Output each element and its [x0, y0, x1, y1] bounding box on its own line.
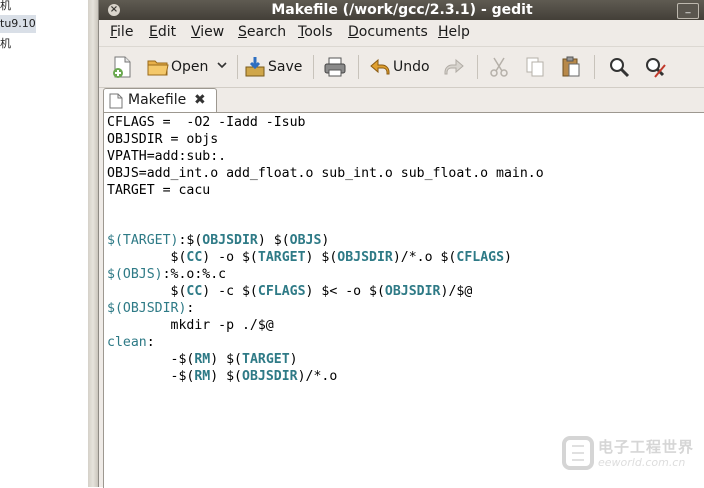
toolbar-separator: [237, 55, 238, 79]
menu-help[interactable]: Help: [438, 24, 470, 40]
menu-documents-mnemonic: D: [348, 24, 359, 40]
undo-button[interactable]: Undo: [367, 52, 430, 82]
left-pane-item[interactable]: 机: [0, 35, 11, 53]
code-line: -$(RM) $(OBJSDIR)/*.o: [107, 368, 338, 384]
search-icon: [606, 54, 632, 80]
menu-help-mnemonic: H: [438, 24, 449, 40]
new-document-icon: [109, 54, 135, 80]
left-pane-item[interactable]: 机: [0, 0, 11, 15]
toolbar: Open Save Undo: [99, 46, 704, 88]
code-line: mkdir -p ./$@: [107, 317, 274, 333]
scissors-icon: [486, 54, 512, 80]
redo-button[interactable]: [441, 52, 467, 82]
code-line: CFLAGS = -O2 -Iadd -Isub: [107, 115, 306, 130]
menu-edit[interactable]: Edit: [149, 24, 176, 40]
text-editor[interactable]: CFLAGS = -O2 -Iadd -Isub OBJSDIR = objs …: [103, 112, 704, 488]
menu-search[interactable]: Search: [238, 24, 286, 40]
menu-file[interactable]: File: [110, 24, 133, 40]
watermark-logo: 电子工程世界 eeworld.com.cn: [562, 434, 698, 474]
toolbar-separator: [594, 55, 595, 79]
copy-button[interactable]: [522, 52, 548, 82]
left-pane-item-selected[interactable]: tu9.10: [0, 15, 36, 33]
undo-label: Undo: [393, 59, 430, 75]
chevron-down-icon: [215, 58, 229, 76]
code-line: $(CC) -o $(TARGET) $(OBJSDIR)/*.o $(CFLA…: [107, 250, 512, 266]
code-line: OBJSDIR = objs: [107, 131, 219, 147]
menu-tools-label: ools: [304, 24, 333, 40]
menu-view[interactable]: View: [191, 24, 224, 40]
pane-splitter[interactable]: [88, 0, 98, 487]
menu-help-label: elp: [448, 24, 470, 40]
new-button[interactable]: [109, 52, 135, 82]
find-button[interactable]: [606, 52, 632, 82]
print-button[interactable]: [322, 52, 348, 82]
code-line: $(OBJSDIR):: [107, 300, 195, 316]
toolbar-separator: [477, 55, 478, 79]
paste-icon: [558, 54, 584, 80]
watermark-cn-text: 电子工程世界: [598, 438, 695, 456]
watermark-url-text: eeworld.com.cn: [598, 456, 686, 469]
code-line: $(CC) -c $(CFLAGS) $< -o $(OBJSDIR)/$@: [107, 284, 473, 300]
code-line: $(TARGET):$(OBJSDIR) $(OBJS): [107, 233, 330, 249]
printer-icon: [322, 54, 348, 80]
document-icon: [109, 93, 123, 113]
save-button[interactable]: Save: [242, 52, 302, 82]
tab-makefile[interactable]: Makefile ✖: [103, 88, 217, 113]
menu-file-mnemonic: F: [110, 24, 118, 40]
tab-label: Makefile: [128, 92, 187, 108]
tab-close-icon[interactable]: ✖: [194, 92, 206, 108]
toolbar-separator: [313, 55, 314, 79]
menu-edit-label: dit: [157, 24, 177, 40]
menu-documents-label: ocuments: [358, 24, 428, 40]
document-tabs: Makefile ✖: [99, 86, 704, 113]
open-button[interactable]: Open: [145, 52, 208, 82]
code-line: clean:: [107, 334, 155, 350]
open-label: Open: [171, 59, 209, 75]
menubar: File Edit View Search Tools Documents He…: [99, 20, 704, 46]
menu-tools[interactable]: Tools: [298, 24, 333, 40]
code-line: $(OBJS):%.o:%.c: [107, 267, 227, 283]
code-line: OBJS=add_int.o add_float.o sub_int.o sub…: [107, 165, 544, 181]
copy-icon: [522, 54, 548, 80]
menu-search-mnemonic: S: [238, 24, 247, 40]
menu-search-label: earch: [246, 24, 287, 40]
redo-icon: [441, 54, 467, 80]
window-minimize-button[interactable]: _: [677, 3, 699, 19]
titlebar: × Makefile (/work/gcc/2.3.1) - gedit _: [99, 0, 704, 20]
cut-button[interactable]: [486, 52, 512, 82]
paste-button[interactable]: [558, 52, 584, 82]
save-icon: [242, 54, 268, 80]
code-content: CFLAGS = -O2 -Iadd -Isub OBJSDIR = objs …: [107, 115, 544, 386]
find-replace-icon: [642, 54, 668, 80]
find-replace-button[interactable]: [642, 52, 668, 82]
window-title: Makefile (/work/gcc/2.3.1) - gedit: [271, 2, 533, 18]
menu-documents[interactable]: Documents: [348, 24, 428, 40]
code-line: VPATH=add:sub:.: [107, 148, 227, 164]
save-label: Save: [268, 59, 303, 75]
toolbar-separator: [358, 55, 359, 79]
undo-icon: [367, 54, 393, 80]
code-line: TARGET = cacu: [107, 182, 211, 198]
folder-open-icon: [145, 54, 171, 80]
menu-view-mnemonic: V: [191, 24, 201, 40]
menu-file-label: ile: [117, 24, 134, 40]
gedit-window: × Makefile (/work/gcc/2.3.1) - gedit _ F…: [98, 0, 704, 488]
menu-view-label: iew: [200, 24, 225, 40]
code-line: -$(RM) $(TARGET): [107, 351, 298, 367]
left-file-pane: 机 tu9.10 机: [0, 0, 89, 487]
menu-edit-mnemonic: E: [149, 24, 158, 40]
open-recent-dropdown[interactable]: [215, 52, 229, 82]
